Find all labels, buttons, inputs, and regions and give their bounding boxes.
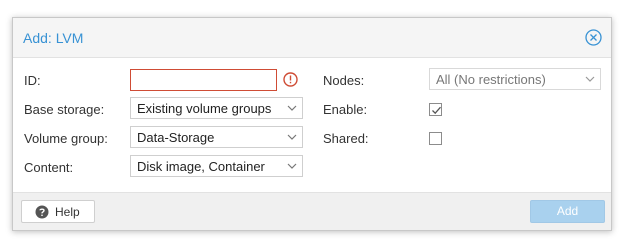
dialog-footer: Help Add [13,192,611,230]
close-icon[interactable] [585,29,602,46]
volume-group-label: Volume group: [24,131,108,146]
shared-label: Shared: [323,131,369,146]
dialog-title: Add: LVM [23,30,84,46]
help-button-label: Help [55,205,80,219]
base-storage-select[interactable]: Existing volume groups [130,97,303,119]
content-select[interactable]: Disk image, Container [130,155,303,177]
volume-group-select[interactable]: Data-Storage [130,126,303,148]
content-value: Disk image, Container [137,159,265,174]
nodes-select[interactable]: All (No restrictions) [429,68,601,90]
volume-group-value: Data-Storage [137,130,215,145]
chevron-down-icon [287,134,297,140]
shared-checkbox[interactable] [429,132,442,145]
content-label: Content: [24,160,74,175]
chevron-down-icon [287,163,297,169]
base-storage-label: Base storage: [24,102,105,117]
error-icon [283,72,298,87]
help-button[interactable]: Help [21,200,95,223]
checkmark-icon [432,106,441,115]
base-storage-value: Existing volume groups [137,101,272,116]
nodes-label: Nodes: [323,73,365,88]
chevron-down-icon [585,76,595,82]
dialog-titlebar: Add: LVM [13,18,611,58]
id-input[interactable] [130,69,277,91]
id-label: ID: [24,73,41,88]
question-circle-icon [35,205,49,219]
nodes-value: All (No restrictions) [436,72,546,87]
enable-label: Enable: [323,102,368,117]
enable-checkbox[interactable] [429,103,442,116]
add-lvm-dialog: Add: LVM ID: Base storage: Existing volu… [12,17,612,231]
chevron-down-icon [287,105,297,111]
add-button[interactable]: Add [530,200,605,223]
